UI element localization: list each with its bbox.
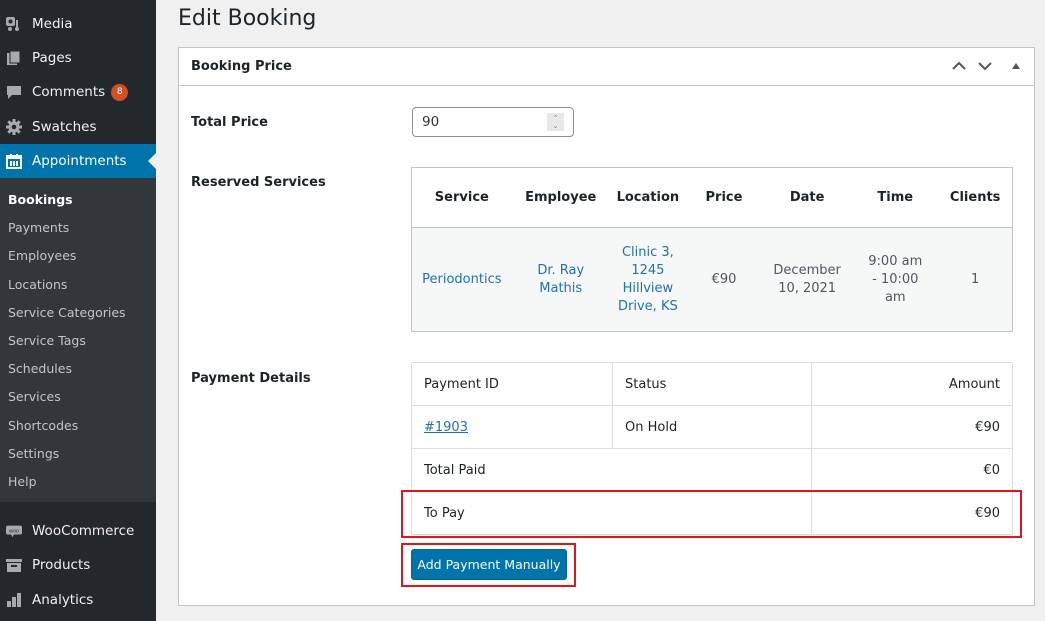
- total-price-value: 90: [422, 114, 440, 130]
- postbox-title: Booking Price: [191, 59, 292, 74]
- woocommerce-icon: woo: [6, 523, 22, 539]
- total-paid-label: Total Paid: [411, 448, 812, 492]
- service-price: €90: [685, 227, 763, 332]
- column-header-amount: Amount: [811, 362, 1013, 406]
- payment-details-table: Payment ID Status Amount #1903 On Hold €…: [411, 362, 1013, 535]
- submenu-item-service-tags[interactable]: Service Tags: [8, 333, 86, 348]
- menu-item-swatches[interactable]: Swatches: [0, 110, 156, 144]
- page-title: Edit Booking: [178, 6, 317, 31]
- payment-details-label: Payment Details: [191, 371, 311, 386]
- column-header-employee: Employee: [511, 167, 610, 228]
- chevron-down-icon: [978, 62, 992, 71]
- gear-icon: [6, 119, 22, 135]
- submenu-item-payments[interactable]: Payments: [8, 220, 69, 235]
- pages-icon: [6, 50, 22, 66]
- submenu-item-locations[interactable]: Locations: [8, 277, 67, 292]
- triangle-up-icon: [1012, 63, 1020, 69]
- service-date: December 10, 2021: [762, 227, 853, 332]
- admin-sidebar: Media Pages Comments 8 Swatches Appointm…: [0, 0, 156, 621]
- menu-label: Appointments: [32, 153, 127, 169]
- menu-item-comments[interactable]: Comments 8: [0, 75, 156, 109]
- booking-price-postbox: Booking Price Total Price 90 ⌃ ⌄ Reserve…: [178, 47, 1035, 606]
- menu-label: Media: [32, 16, 73, 32]
- submenu-item-services[interactable]: Services: [8, 389, 61, 404]
- table-row: Periodontics Dr. Ray Mathis Clinic 3, 12…: [411, 227, 1013, 332]
- move-down-button[interactable]: [975, 56, 995, 76]
- submenu-item-shortcodes[interactable]: Shortcodes: [8, 418, 78, 433]
- payment-id-cell: #1903: [411, 405, 613, 449]
- spin-down-icon: ⌄: [552, 122, 559, 130]
- menu-item-woocommerce[interactable]: woo WooCommerce: [0, 514, 156, 548]
- add-payment-manually-button[interactable]: Add Payment Manually: [411, 549, 567, 580]
- payment-id-link[interactable]: #1903: [424, 420, 468, 435]
- column-header-clients: Clients: [938, 167, 1013, 228]
- menu-label: Comments: [32, 84, 106, 100]
- submenu-item-service-categories[interactable]: Service Categories: [8, 305, 126, 320]
- chevron-up-icon: [952, 61, 966, 70]
- column-header-location: Location: [609, 167, 686, 228]
- menu-label: Products: [32, 557, 91, 573]
- reserved-services-label: Reserved Services: [191, 175, 326, 190]
- postbox-header: Booking Price: [179, 48, 1034, 86]
- payment-status: On Hold: [612, 405, 812, 449]
- to-pay-value: €90: [811, 491, 1013, 535]
- table-header-row: Payment ID Status Amount: [411, 362, 1013, 406]
- comments-icon: [6, 84, 22, 100]
- total-price-input[interactable]: 90 ⌃ ⌄: [412, 107, 574, 137]
- submenu-item-help[interactable]: Help: [8, 474, 37, 489]
- media-icon: [6, 16, 22, 32]
- column-header-price: Price: [685, 167, 763, 228]
- analytics-icon: [6, 592, 22, 608]
- column-header-time: Time: [852, 167, 939, 228]
- calendar-icon: [6, 153, 22, 169]
- total-paid-value: €0: [811, 448, 1013, 492]
- toggle-panel-button[interactable]: [1006, 56, 1026, 76]
- table-header-row: Service Employee Location Price Date Tim…: [411, 167, 1013, 228]
- column-header-service: Service: [411, 167, 512, 228]
- menu-item-media[interactable]: Media: [0, 7, 156, 41]
- spin-up-icon: ⌃: [552, 114, 559, 122]
- menu-label: Swatches: [32, 119, 97, 135]
- service-time: 9:00 am - 10:00 am: [852, 227, 939, 332]
- number-spinner[interactable]: ⌃ ⌄: [547, 113, 564, 131]
- submenu-item-schedules[interactable]: Schedules: [8, 361, 72, 376]
- submenu-item-bookings[interactable]: Bookings: [8, 192, 73, 207]
- menu-label: Analytics: [32, 592, 94, 608]
- svg-text:woo: woo: [9, 528, 19, 534]
- menu-label: Pages: [32, 50, 72, 66]
- column-header-status: Status: [612, 362, 812, 406]
- active-menu-arrow: [148, 153, 156, 169]
- products-icon: [6, 557, 22, 573]
- payment-amount: €90: [811, 405, 1013, 449]
- reserved-services-table: Service Employee Location Price Date Tim…: [411, 167, 1013, 332]
- to-pay-label: To Pay: [411, 491, 812, 535]
- location-link[interactable]: Clinic 3, 1245 Hillview Drive, KS: [609, 227, 686, 332]
- column-header-payment-id: Payment ID: [411, 362, 613, 406]
- service-link[interactable]: Periodontics: [411, 227, 512, 332]
- submenu-item-employees[interactable]: Employees: [8, 248, 76, 263]
- menu-item-appointments[interactable]: Appointments: [0, 144, 156, 178]
- submenu-item-settings[interactable]: Settings: [8, 446, 59, 461]
- to-pay-row: To Pay €90: [411, 491, 1013, 535]
- menu-item-products[interactable]: Products: [0, 548, 156, 582]
- menu-item-pages[interactable]: Pages: [0, 41, 156, 75]
- column-header-date: Date: [762, 167, 853, 228]
- appointments-submenu: Bookings Payments Employees Locations Se…: [0, 178, 156, 502]
- move-up-button[interactable]: [949, 56, 969, 76]
- service-clients: 1: [938, 227, 1013, 332]
- table-row: #1903 On Hold €90: [411, 405, 1013, 449]
- menu-label: WooCommerce: [32, 523, 135, 539]
- comments-count-badge: 8: [111, 83, 129, 101]
- employee-link[interactable]: Dr. Ray Mathis: [511, 227, 610, 332]
- total-price-label: Total Price: [191, 115, 268, 130]
- total-paid-row: Total Paid €0: [411, 448, 1013, 492]
- menu-item-analytics[interactable]: Analytics: [0, 583, 156, 617]
